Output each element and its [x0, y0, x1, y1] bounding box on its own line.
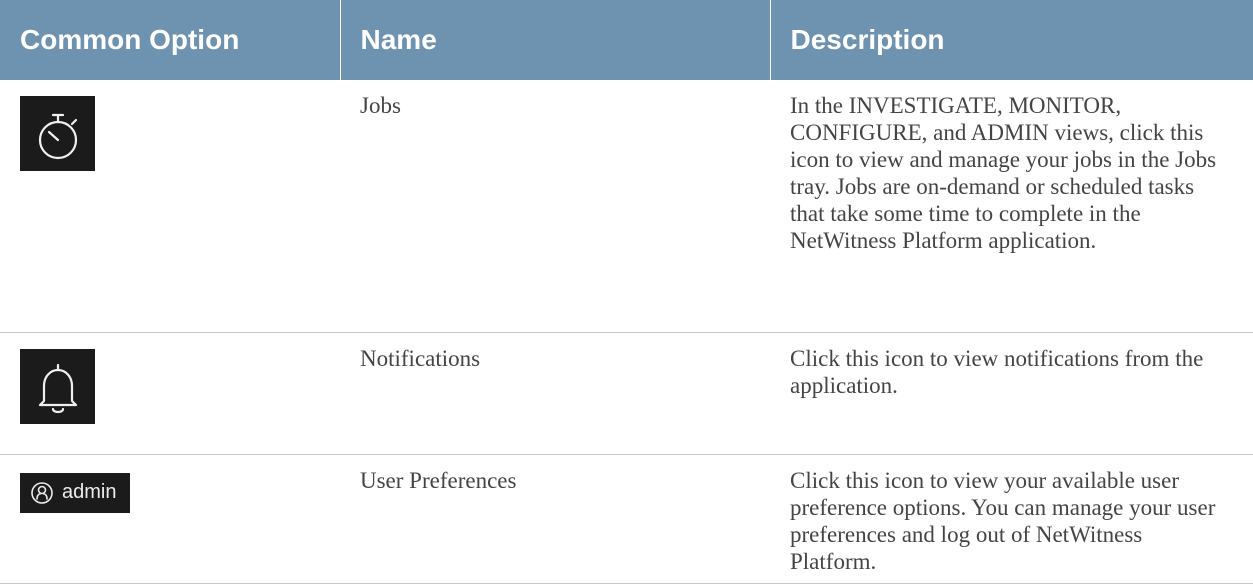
option-name: Notifications [340, 332, 770, 455]
option-description: Click this icon to view your available u… [770, 454, 1253, 584]
table-header-row: Common Option Name Description [0, 0, 1253, 80]
user-icon [31, 481, 53, 504]
bell-icon [20, 348, 95, 424]
table-row: Jobs In the INVESTIGATE, MONITOR, CONFIG… [0, 80, 1253, 333]
table-row: Notifications Click this icon to view no… [0, 332, 1253, 455]
option-description: In the INVESTIGATE, MONITOR, CONFIGURE, … [770, 80, 1253, 333]
user-preferences-button-image: admin [20, 472, 131, 513]
common-options-table: Common Option Name Description Jobs In t… [0, 0, 1253, 584]
header-description: Description [770, 0, 1253, 80]
option-description: Click this icon to view notifications fr… [770, 332, 1253, 455]
table-row: admin User Preferences Click this icon t… [0, 454, 1253, 584]
header-name: Name [340, 0, 771, 80]
header-common-option: Common Option [0, 0, 341, 80]
common-option-cell: admin [0, 454, 340, 584]
user-name-label: admin [62, 481, 117, 503]
option-name: User Preferences [340, 454, 770, 584]
common-option-cell [0, 332, 340, 455]
common-option-cell [0, 80, 340, 333]
stopwatch-icon [20, 96, 95, 171]
option-name: Jobs [340, 80, 770, 333]
